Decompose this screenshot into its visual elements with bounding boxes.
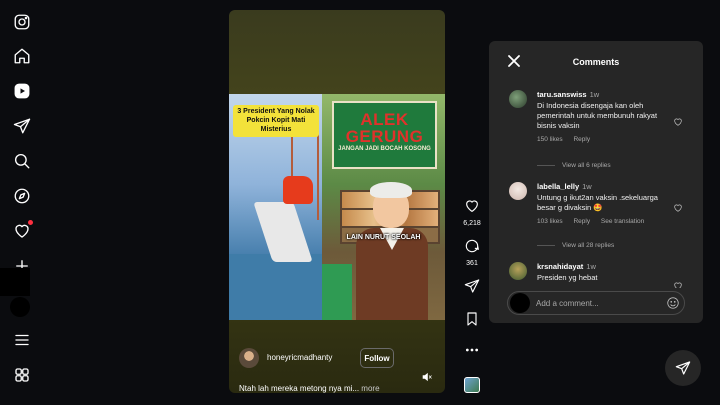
share-action[interactable] xyxy=(458,278,486,299)
comment-text: Di Indonesia disengaja kan oleh pemerint… xyxy=(537,101,658,130)
mute-icon[interactable] xyxy=(421,370,433,382)
overlay-title: 3 President Yang Nolak Pokcin Kopit Mati… xyxy=(233,105,319,137)
comment-input-bar xyxy=(507,291,685,315)
comment-username[interactable]: labella_lelly xyxy=(537,182,579,191)
comment-body: labella_lelly 1w Untung g ikut2an vaksin … xyxy=(537,182,677,225)
court-illustration xyxy=(229,254,322,320)
current-user-avatar xyxy=(510,293,530,313)
comment-username[interactable]: taru.sanswiss xyxy=(537,90,587,99)
sign-title: ALEK GERUNG xyxy=(345,110,424,146)
more-action[interactable] xyxy=(458,342,486,363)
comment-likes[interactable]: 150 likes xyxy=(537,136,563,143)
like-count: 6,218 xyxy=(463,220,481,227)
author-name[interactable]: honeyricmadhanty xyxy=(267,353,332,362)
instagram-logo-icon[interactable] xyxy=(12,12,32,32)
tower-illustration xyxy=(291,130,319,220)
comments-title: Comments xyxy=(572,57,620,67)
comment-like-icon[interactable] xyxy=(673,278,683,288)
sign-subtitle: JANGAN JADI BOCAH KOSONG xyxy=(338,146,431,152)
comment-text: Untung g ikut2an vaksin .sekeluarga besa… xyxy=(537,193,658,212)
shop-sign: ALEK GERUNG JANGAN JADI BOCAH KOSONG xyxy=(332,101,437,169)
notifications-icon[interactable] xyxy=(12,220,33,241)
dancer-jacket-illustration xyxy=(283,176,313,204)
view-replies-link[interactable]: View all 28 replies xyxy=(537,242,614,249)
reels-icon[interactable] xyxy=(12,81,32,101)
author-avatar[interactable] xyxy=(239,348,259,368)
comment-header: taru.sanswiss 1w xyxy=(537,90,677,99)
emoji-icon[interactable] xyxy=(666,296,680,310)
comment-header: krsnahidayat 1w xyxy=(537,262,677,271)
comment-like-icon[interactable] xyxy=(673,114,683,126)
comment-avatar[interactable] xyxy=(509,90,527,108)
like-action[interactable]: 6,218 xyxy=(458,198,486,227)
scene-caption: LAIN NURUT SEOLAH xyxy=(346,234,421,241)
comment-meta: 103 likes Reply See translation xyxy=(537,218,677,225)
comment-action[interactable]: 361 xyxy=(458,238,486,267)
heart-icon[interactable] xyxy=(464,198,480,214)
video-right-scene: ALEK GERUNG JANGAN JADI BOCAH KOSONG LAI… xyxy=(322,94,445,320)
messages-fab[interactable] xyxy=(665,350,701,386)
comment-item: labella_lelly 1w Untung g ikut2an vaksin … xyxy=(509,182,689,238)
reply-button[interactable]: Reply xyxy=(573,218,590,225)
share-icon[interactable] xyxy=(464,278,480,294)
comment-like-icon[interactable] xyxy=(673,200,683,212)
explore-icon[interactable] xyxy=(12,186,32,206)
reel-video[interactable]: 3 President Yang Nolak Pokcin Kopit Mati… xyxy=(229,94,445,320)
comment-text: Presiden yg hebat xyxy=(537,273,598,282)
save-action[interactable] xyxy=(458,311,486,332)
home-icon[interactable] xyxy=(12,46,32,66)
menu-icon[interactable] xyxy=(12,330,32,350)
comment-time: 1w xyxy=(589,90,600,99)
comments-panel: Comments taru.sanswiss 1w Di Indonesia di… xyxy=(489,41,703,323)
search-icon[interactable] xyxy=(12,151,32,171)
character-hair-illustration xyxy=(370,182,412,198)
comment-body: taru.sanswiss 1w Di Indonesia disengaja k… xyxy=(537,90,677,143)
comment-likes[interactable]: 103 likes xyxy=(537,218,563,225)
bookmark-icon[interactable] xyxy=(464,311,480,327)
comment-item: taru.sanswiss 1w Di Indonesia disengaja k… xyxy=(509,90,689,160)
caption-more-link[interactable]: more xyxy=(361,384,379,393)
view-replies-link[interactable]: View all 6 replies xyxy=(537,162,611,169)
redacted-block xyxy=(0,268,30,296)
more-options-icon[interactable] xyxy=(464,342,480,358)
reel-caption: Ntah lah mereka metong nya mi... more xyxy=(239,384,380,393)
also-from-meta-icon[interactable] xyxy=(12,365,32,385)
reel-actions: 6,218 361 xyxy=(458,190,486,400)
table-illustration xyxy=(322,264,352,320)
comment-input[interactable] xyxy=(536,296,656,310)
comment-body: krsnahidayat 1w Presiden yg hebat xyxy=(537,262,677,283)
comment-item: krsnahidayat 1w Presiden yg hebat xyxy=(509,262,689,288)
comment-meta: 150 likes Reply xyxy=(537,136,677,143)
author-row: honeyricmadhanty Follow xyxy=(239,348,439,368)
comment-time: 1w xyxy=(586,262,596,271)
see-translation-link[interactable]: See translation xyxy=(601,218,644,225)
comment-username[interactable]: krsnahidayat xyxy=(537,262,583,271)
comment-time: 1w xyxy=(582,182,592,191)
comment-avatar[interactable] xyxy=(509,182,527,200)
paper-plane-icon xyxy=(675,361,691,375)
profile-avatar[interactable] xyxy=(10,297,30,317)
reply-button[interactable]: Reply xyxy=(573,136,590,143)
follow-button[interactable]: Follow xyxy=(360,348,394,368)
comment-icon[interactable] xyxy=(464,238,480,254)
left-nav xyxy=(0,0,44,405)
video-left-scene: 3 President Yang Nolak Pokcin Kopit Mati… xyxy=(229,94,322,320)
comment-count: 361 xyxy=(466,260,478,267)
messages-icon[interactable] xyxy=(12,116,32,136)
audio-thumbnail[interactable] xyxy=(464,377,480,393)
reel-card[interactable]: 3 President Yang Nolak Pokcin Kopit Mati… xyxy=(229,10,445,393)
comment-header: labella_lelly 1w xyxy=(537,182,677,191)
comment-avatar[interactable] xyxy=(509,262,527,280)
notification-dot xyxy=(28,220,33,225)
caption-text: Ntah lah mereka metong nya mi... xyxy=(239,384,360,393)
